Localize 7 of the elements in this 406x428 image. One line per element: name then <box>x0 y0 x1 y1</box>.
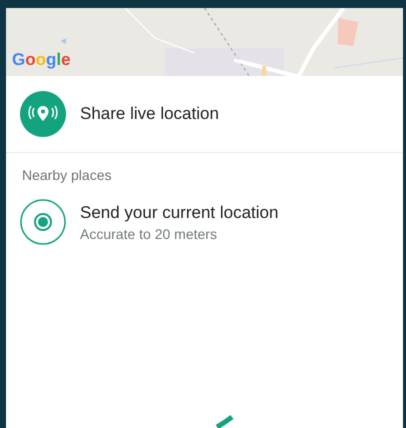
map-logo: Google <box>12 50 71 70</box>
section-title: Nearby places <box>22 167 112 183</box>
current-location-icon[interactable] <box>20 199 66 245</box>
share-live-location[interactable]: Share live location <box>80 104 219 124</box>
live-location-icon[interactable] <box>20 91 66 137</box>
place-title[interactable]: Send your current location <box>80 202 278 222</box>
place-subtitle: Accurate to 20 meters <box>80 226 217 242</box>
